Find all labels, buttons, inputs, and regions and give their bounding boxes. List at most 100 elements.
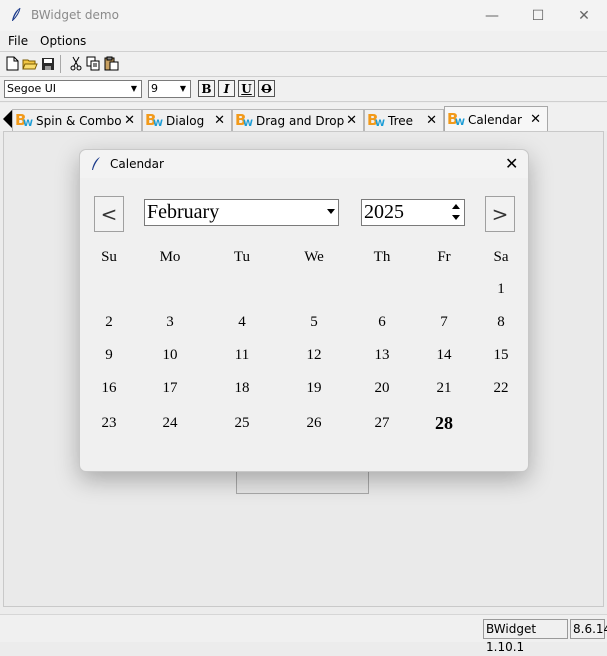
close-icon: ✕ [578,7,590,24]
font-size-value: 9 [151,82,158,95]
calendar-day[interactable]: 19 [289,380,339,397]
italic-label: I [223,81,230,96]
copy-button[interactable] [85,55,102,72]
bwidget-logo-icon: BW [145,110,163,129]
calendar-grid: Su Mo Tu We Th Fr Sa 1 2 3 4 5 6 7 8 9 10 11 12 13 14 15 16 17 1… [84,150,524,450]
tab-label: Drag and Drop [256,113,345,128]
calendar-day[interactable]: 27 [357,415,407,432]
italic-button[interactable]: I [218,80,235,97]
calendar-day[interactable]: 14 [419,347,469,364]
cut-button[interactable] [67,55,84,72]
bwidget-logo-icon: BW [447,109,465,128]
calendar-day[interactable]: 18 [217,380,267,397]
font-family-value: Segoe UI [7,82,57,95]
tab-bar: BW Spin & Combo ✕ BW Dialog ✕ BW Drag an… [0,103,607,132]
calendar-day[interactable]: 1 [476,281,526,298]
close-icon[interactable]: ✕ [426,113,437,128]
calendar-day[interactable]: 15 [476,347,526,364]
calendar-day[interactable]: 9 [84,347,134,364]
bwidget-logo-icon: BW [15,110,33,129]
underline-label: U [241,81,252,96]
calendar-day[interactable]: 6 [357,314,407,331]
menubar: File Options [0,31,607,52]
overstrike-label: O [261,81,272,96]
chevron-down-icon[interactable]: ▼ [127,81,141,97]
calendar-day[interactable]: 10 [145,347,195,364]
background-button[interactable] [236,470,369,494]
save-button[interactable] [39,55,56,72]
toolbar-separator [60,55,61,73]
font-size-combobox[interactable]: 9 ▼ [148,80,191,98]
calendar-day[interactable]: 13 [357,347,407,364]
calendar-day[interactable]: 7 [419,314,469,331]
chevron-down-icon[interactable]: ▼ [176,81,190,97]
weekday-header: We [304,249,324,265]
maximize-button[interactable]: ☐ [515,0,561,31]
calendar-day[interactable]: 22 [476,380,526,397]
close-icon[interactable]: ✕ [530,112,541,127]
bold-button[interactable]: B [198,80,215,97]
new-file-icon [6,56,19,71]
calendar-day[interactable]: 8 [476,314,526,331]
weekday-header: Fr [437,249,451,265]
bwidget-logo-icon: BW [235,110,253,129]
tab-tree[interactable]: BW Tree ✕ [364,109,444,131]
close-icon[interactable]: ✕ [346,113,357,128]
calendar-dialog: Calendar ✕ < February 2025 > Su Mo Tu We Th F… [79,149,529,472]
close-icon[interactable]: ✕ [214,113,225,128]
calendar-day[interactable]: 4 [217,314,267,331]
tab-label: Dialog [166,113,205,128]
bwidget-logo-icon: BW [367,110,385,129]
copy-icon [86,56,100,71]
tab-drag-and-drop[interactable]: BW Drag and Drop ✕ [232,109,364,131]
calendar-day[interactable]: 25 [217,415,267,432]
underline-button[interactable]: U [238,80,255,97]
tab-scroll-left-icon[interactable] [3,110,12,128]
close-button[interactable]: ✕ [561,0,607,31]
tab-spin-combo[interactable]: BW Spin & Combo ✕ [12,109,142,131]
tab-label: Tree [388,113,414,128]
minimize-button[interactable]: — [469,0,515,31]
calendar-day[interactable]: 24 [145,415,195,432]
calendar-day[interactable]: 17 [145,380,195,397]
paste-button[interactable] [103,55,120,72]
paste-icon [104,56,118,71]
toolbar [0,52,607,77]
calendar-day[interactable]: 26 [289,415,339,432]
calendar-day[interactable]: 5 [289,314,339,331]
tab-label: Calendar [468,112,522,127]
status-tk-version: 8.6.14 [570,619,607,639]
calendar-day[interactable]: 23 [84,415,134,432]
weekday-header: Su [101,249,117,265]
open-folder-icon [21,59,38,69]
calendar-day[interactable]: 3 [145,314,195,331]
menu-file[interactable]: File [8,34,28,48]
calendar-day[interactable]: 11 [217,347,267,364]
calendar-day[interactable]: 16 [84,380,134,397]
calendar-day[interactable]: 28 [419,413,469,434]
new-button[interactable] [4,55,21,72]
tab-dialog[interactable]: BW Dialog ✕ [142,109,232,131]
overstrike-button[interactable]: O [258,80,275,97]
open-button[interactable] [21,55,38,72]
weekday-header: Th [373,249,391,265]
weekday-header: Tu [233,249,251,265]
window-titlebar: BWidget demo — ☐ ✕ [0,0,607,31]
tab-calendar[interactable]: BW Calendar ✕ [444,106,548,132]
menu-options[interactable]: Options [40,34,86,48]
calendar-day[interactable]: 21 [419,380,469,397]
feather-icon [10,7,22,26]
weekday-header: Mo [159,249,181,265]
format-bar: Segoe UI ▼ 9 ▼ B I U O [0,77,607,102]
font-family-combobox[interactable]: Segoe UI ▼ [4,80,142,98]
statusbar: BWidget 1.10.1 8.6.14 [0,614,607,654]
calendar-day[interactable]: 2 [84,314,134,331]
tab-label: Spin & Combo [36,113,122,128]
calendar-day[interactable]: 20 [357,380,407,397]
weekday-header: Sa [493,249,509,265]
calendar-day[interactable]: 12 [289,347,339,364]
cut-icon [70,56,81,71]
status-bwidget-version: BWidget 1.10.1 [483,619,568,654]
close-icon[interactable]: ✕ [124,113,135,128]
maximize-icon: ☐ [531,7,545,24]
